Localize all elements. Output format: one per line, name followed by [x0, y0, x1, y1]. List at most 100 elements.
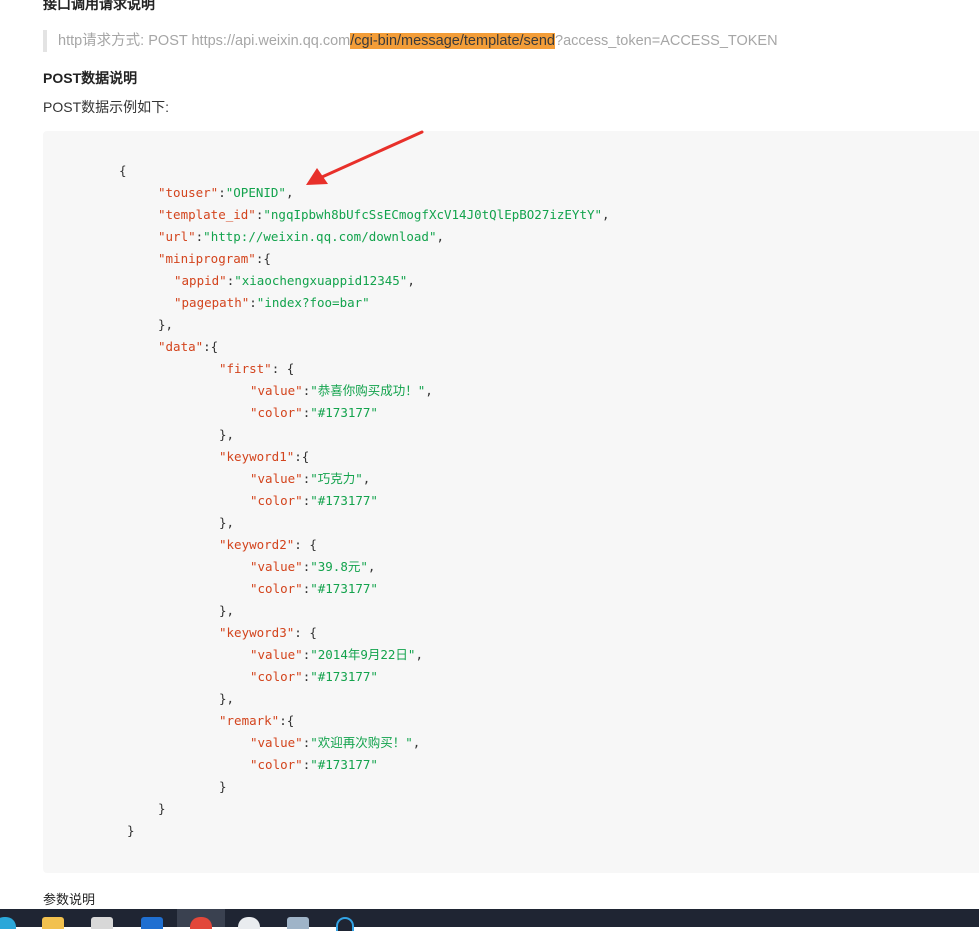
code-punct: :: [218, 185, 226, 200]
chrome-icon[interactable]: [190, 917, 212, 929]
code-key: "url": [158, 229, 196, 244]
code-punct: ,: [602, 207, 610, 222]
code-string: "index?foo=bar": [256, 295, 370, 310]
code-line: },: [158, 314, 173, 336]
annotation-arrow-icon: [306, 130, 424, 185]
code-punct: },: [158, 317, 174, 332]
code-line: }: [219, 776, 227, 798]
code-string: "#173177": [310, 493, 378, 508]
code-string: "#173177": [310, 581, 378, 596]
code-key: "color": [250, 581, 303, 596]
store-icon[interactable]: [91, 917, 113, 929]
code-punct: : {: [294, 537, 317, 552]
code-line: "color":"#173177": [250, 490, 378, 512]
code-line: "keyword2": {: [219, 534, 317, 556]
code-key: "remark": [219, 713, 280, 728]
code-punct: :{: [294, 449, 310, 464]
code-punct: :{: [203, 339, 219, 354]
code-string: "2014年9月22日": [310, 647, 416, 662]
code-key: "value": [250, 471, 303, 486]
code-line: "value":"欢迎再次购买！",: [250, 732, 420, 754]
code-line: "color":"#173177": [250, 754, 378, 776]
section-heading-request: 接口调用请求说明: [43, 0, 155, 12]
code-string: "巧克力": [310, 471, 363, 486]
request-method-quote: http请求方式: POST https://api.weixin.qq.com…: [43, 30, 778, 52]
request-url-highlight: /cgi-bin/message/template/send: [350, 33, 555, 49]
code-line: "value":"2014年9月22日",: [250, 644, 423, 666]
code-punct: : {: [294, 625, 317, 640]
code-key: "miniprogram": [158, 251, 256, 266]
code-key: "touser": [158, 185, 219, 200]
code-key: "keyword1": [219, 449, 295, 464]
code-line: "miniprogram":{: [158, 248, 271, 270]
code-punct: :: [249, 295, 257, 310]
code-punct: },: [219, 515, 235, 530]
code-punct: ,: [367, 559, 376, 574]
code-key: "data": [158, 339, 204, 354]
edge-icon[interactable]: [0, 917, 16, 929]
code-line: "pagepath":"index?foo=bar": [174, 292, 370, 314]
code-line: "keyword3": {: [219, 622, 317, 644]
code-punct: ,: [425, 383, 433, 398]
code-punct: ,: [362, 471, 371, 486]
code-punct: : {: [271, 361, 295, 376]
code-line: }: [127, 820, 135, 842]
code-punct: ,: [436, 229, 444, 244]
mail-icon[interactable]: [141, 917, 163, 929]
code-punct: :{: [255, 251, 271, 266]
notepad-icon[interactable]: [287, 917, 309, 929]
code-punct: ,: [407, 273, 415, 288]
code-string: "xiaochengxuappid12345": [234, 273, 408, 288]
code-line: "url":"http://weixin.qq.com/download",: [158, 226, 444, 248]
code-line: "color":"#173177": [250, 578, 378, 600]
code-key: "appid": [174, 273, 227, 288]
code-line: "color":"#173177": [250, 666, 378, 688]
code-punct: ,: [285, 185, 294, 200]
code-string: "ngqIpbwh8bUfcSsECmogfXcV14J0tQlEpBO27iz…: [263, 207, 603, 222]
code-key: "keyword2": [219, 537, 295, 552]
code-key: "first": [219, 361, 272, 376]
code-key: "color": [250, 493, 303, 508]
code-string: "http://weixin.qq.com/download": [203, 229, 437, 244]
code-key: "value": [250, 559, 303, 574]
code-string: "#173177": [310, 757, 378, 772]
code-line: "value":"恭喜你购买成功！",: [250, 380, 433, 402]
code-string: "#173177": [310, 405, 378, 420]
code-line: "value":"39.8元",: [250, 556, 375, 578]
code-key: "color": [250, 405, 303, 420]
code-key: "value": [250, 647, 303, 662]
code-line: },: [219, 512, 234, 534]
code-line: }: [158, 798, 166, 820]
params-heading: 参数说明: [43, 892, 96, 907]
code-line: },: [219, 424, 234, 446]
code-punct: }: [219, 779, 227, 794]
code-key: "color": [250, 757, 303, 772]
code-string: "欢迎再次购买！": [310, 735, 413, 750]
request-url-suffix: ?access_token=ACCESS_TOKEN: [555, 33, 778, 49]
request-url-prefix: http请求方式: POST https://api.weixin.qq.com: [58, 33, 351, 49]
code-punct: ,: [412, 735, 421, 750]
wechat-icon[interactable]: [238, 917, 260, 929]
code-key: "keyword3": [219, 625, 295, 640]
code-string: "恭喜你购买成功！": [310, 383, 426, 398]
code-line: "first": {: [219, 358, 294, 380]
code-punct: },: [219, 603, 235, 618]
search-icon[interactable]: [336, 917, 354, 931]
code-key: "template_id": [158, 207, 256, 222]
code-key: "color": [250, 669, 303, 684]
code-key: "value": [250, 735, 303, 750]
code-line: "value":"巧克力",: [250, 468, 370, 490]
code-line: "touser":"OPENID",: [158, 182, 294, 204]
code-string: "39.8元": [310, 559, 368, 574]
code-punct: },: [219, 427, 235, 442]
code-punct: {: [119, 163, 127, 178]
code-key: "value": [250, 383, 303, 398]
code-line: "remark":{: [219, 710, 294, 732]
code-punct: }: [127, 823, 135, 838]
code-punct: },: [219, 691, 235, 706]
code-punct: }: [158, 801, 166, 816]
file-explorer-icon[interactable]: [42, 917, 64, 929]
code-string: "OPENID": [225, 185, 286, 200]
code-line: },: [219, 688, 234, 710]
code-line: "appid":"xiaochengxuappid12345",: [174, 270, 415, 292]
